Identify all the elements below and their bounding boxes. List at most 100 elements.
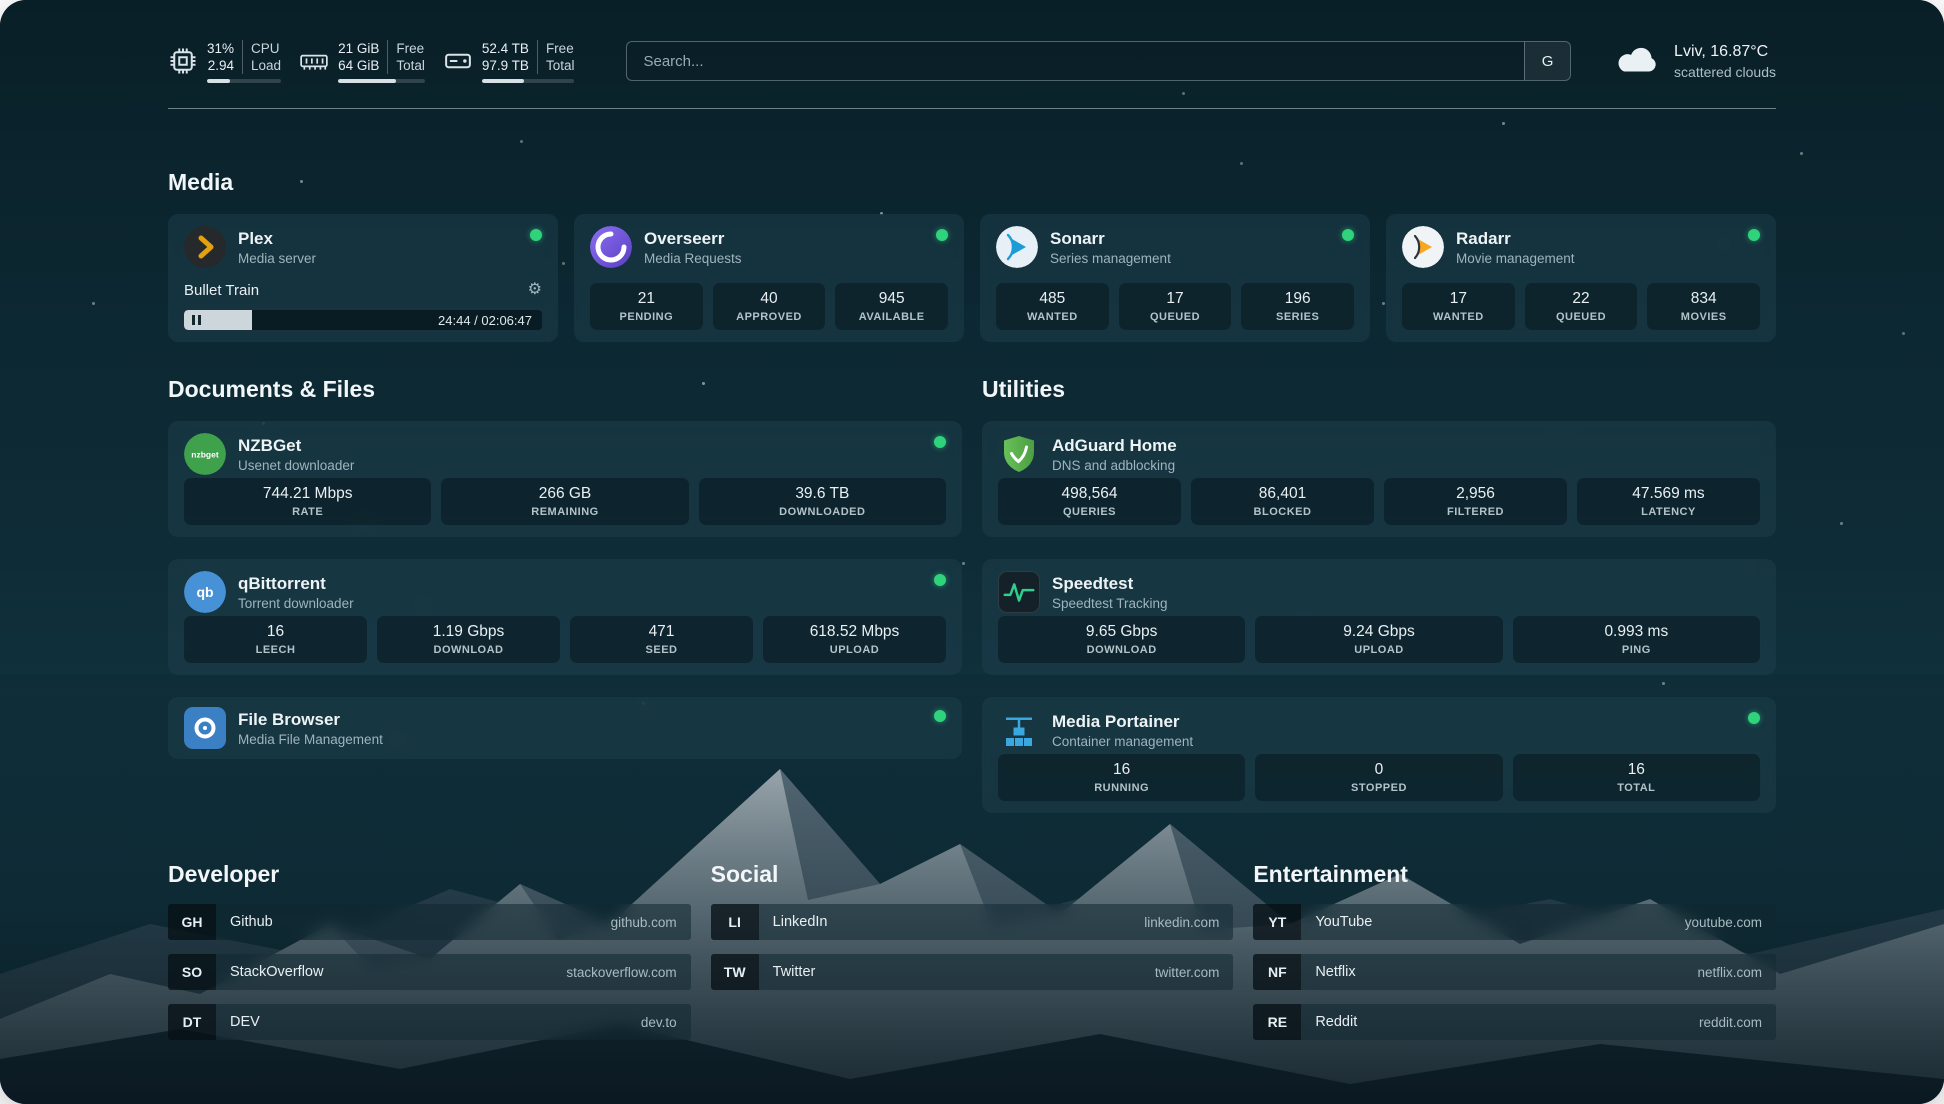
bookmark-name: Github bbox=[230, 914, 273, 930]
bookmark-url: stackoverflow.com bbox=[566, 965, 676, 980]
stat-leech: 16 LEECH bbox=[184, 616, 367, 663]
service-card-sonarr[interactable]: Sonarr Series management 485 WANTED 17 Q… bbox=[980, 214, 1370, 342]
service-card-overseerr[interactable]: Overseerr Media Requests 21 PENDING 40 A… bbox=[574, 214, 964, 342]
bookmark-abbr: DT bbox=[168, 1004, 216, 1040]
radarr-icon bbox=[1402, 226, 1444, 268]
service-name: Radarr bbox=[1456, 229, 1736, 249]
disk-icon bbox=[443, 46, 473, 76]
stat-downloaded: 39.6 TB DOWNLOADED bbox=[699, 478, 946, 525]
service-name: AdGuard Home bbox=[1052, 436, 1760, 456]
gear-icon[interactable]: ⚙ bbox=[528, 282, 542, 298]
bookmark-dev[interactable]: DT DEV dev.to bbox=[168, 1004, 691, 1040]
playback-progress-fill bbox=[184, 310, 252, 330]
bookmark-twitter[interactable]: TW Twitter twitter.com bbox=[711, 954, 1234, 990]
stat-latency: 47.569 ms LATENCY bbox=[1577, 478, 1760, 525]
cpu-load-value: 2.94 bbox=[207, 57, 234, 74]
stat-download: 1.19 Gbps DOWNLOAD bbox=[377, 616, 560, 663]
bookmark-url: linkedin.com bbox=[1144, 915, 1219, 930]
stat-wanted: 17 WANTED bbox=[1402, 283, 1515, 330]
service-card-radarr[interactable]: Radarr Movie management 17 WANTED 22 QUE… bbox=[1386, 214, 1776, 342]
media-section-title: Media bbox=[168, 169, 1776, 196]
service-card-adguard[interactable]: AdGuard Home DNS and adblocking 498,564 … bbox=[982, 421, 1776, 537]
top-bar: 31% 2.94 CPU Load bbox=[168, 34, 1776, 88]
stat-queued: 17 QUEUED bbox=[1119, 283, 1232, 330]
stat-running: 16 RUNNING bbox=[998, 754, 1245, 801]
bookmark-name: DEV bbox=[230, 1014, 260, 1030]
memory-free-label: Free bbox=[396, 40, 425, 57]
media-section: Media Plex Media server bbox=[168, 169, 1776, 342]
stat-blocked: 86,401 BLOCKED bbox=[1191, 478, 1374, 525]
service-card-speedtest[interactable]: Speedtest Speedtest Tracking 9.65 Gbps D… bbox=[982, 559, 1776, 675]
bookmark-stackoverflow[interactable]: SO StackOverflow stackoverflow.com bbox=[168, 954, 691, 990]
bookmark-netflix[interactable]: NF Netflix netflix.com bbox=[1253, 954, 1776, 990]
playback-progress-bar[interactable]: 24:44 / 02:06:47 bbox=[184, 310, 542, 330]
stat-rate: 744.21 Mbps RATE bbox=[184, 478, 431, 525]
stat-total: 16 TOTAL bbox=[1513, 754, 1760, 801]
bookmark-abbr: GH bbox=[168, 904, 216, 940]
service-name: Plex bbox=[238, 229, 518, 249]
memory-free-value: 21 GiB bbox=[338, 40, 379, 57]
portainer-icon bbox=[998, 709, 1040, 751]
stat-ping: 0.993 ms PING bbox=[1513, 616, 1760, 663]
social-section-title: Social bbox=[711, 861, 1234, 888]
utilities-section-title: Utilities bbox=[982, 376, 1776, 403]
search-provider-button[interactable]: G bbox=[1524, 42, 1570, 80]
service-subtitle: Movie management bbox=[1456, 251, 1736, 266]
bookmark-linkedin[interactable]: LI LinkedIn linkedin.com bbox=[711, 904, 1234, 940]
bookmark-name: Twitter bbox=[773, 964, 816, 980]
service-subtitle: Series management bbox=[1050, 251, 1330, 266]
stat-wanted: 485 WANTED bbox=[996, 283, 1109, 330]
disk-progress-fill bbox=[482, 79, 525, 83]
bookmark-group-social: Social LI LinkedIn linkedin.com TW Twitt… bbox=[711, 861, 1234, 1040]
stat-approved: 40 APPROVED bbox=[713, 283, 826, 330]
stat-series: 196 SERIES bbox=[1241, 283, 1354, 330]
now-playing-title: Bullet Train bbox=[184, 282, 259, 299]
bookmark-name: YouTube bbox=[1315, 914, 1372, 930]
service-name: qBittorrent bbox=[238, 574, 922, 594]
bookmark-reddit[interactable]: RE Reddit reddit.com bbox=[1253, 1004, 1776, 1040]
bookmark-name: Netflix bbox=[1315, 964, 1355, 980]
stat-pending: 21 PENDING bbox=[590, 283, 703, 330]
adguard-icon bbox=[998, 433, 1040, 475]
bookmark-group-developer: Developer GH Github github.com SO StackO… bbox=[168, 861, 691, 1040]
disk-total-label: Total bbox=[546, 57, 575, 74]
bookmark-abbr: TW bbox=[711, 954, 759, 990]
memory-icon bbox=[299, 46, 329, 76]
service-name: Speedtest bbox=[1052, 574, 1760, 594]
stat-queued: 22 QUEUED bbox=[1525, 283, 1638, 330]
bookmark-url: netflix.com bbox=[1697, 965, 1762, 980]
service-card-plex[interactable]: Plex Media server Bullet Train ⚙ 24:44 bbox=[168, 214, 558, 342]
service-name: File Browser bbox=[238, 710, 922, 730]
bookmark-name: LinkedIn bbox=[773, 914, 828, 930]
service-name: NZBGet bbox=[238, 436, 922, 456]
status-dot bbox=[1748, 229, 1760, 241]
stat-upload: 9.24 Gbps UPLOAD bbox=[1255, 616, 1502, 663]
cpu-progress-fill bbox=[207, 79, 230, 83]
service-card-qbittorrent[interactable]: qb qBittorrent Torrent downloader bbox=[168, 559, 962, 675]
pause-icon bbox=[192, 315, 201, 325]
service-card-nzbget[interactable]: nzbget NZBGet Usenet downloader 74 bbox=[168, 421, 962, 537]
stat-available: 945 AVAILABLE bbox=[835, 283, 948, 330]
disk-total-value: 97.9 TB bbox=[482, 57, 529, 74]
resource-widgets: 31% 2.94 CPU Load bbox=[168, 40, 574, 83]
service-subtitle: Media Requests bbox=[644, 251, 924, 266]
dashboard-window: 31% 2.94 CPU Load bbox=[0, 0, 1944, 1104]
playback-time: 24:44 / 02:06:47 bbox=[438, 310, 532, 330]
cloud-icon bbox=[1615, 44, 1661, 78]
bookmark-url: dev.to bbox=[641, 1015, 677, 1030]
disk-free-value: 52.4 TB bbox=[482, 40, 529, 57]
service-subtitle: DNS and adblocking bbox=[1052, 458, 1760, 473]
cpu-load-label: Load bbox=[251, 57, 281, 74]
stat-remaining: 266 GB REMAINING bbox=[441, 478, 688, 525]
overseerr-icon bbox=[590, 226, 632, 268]
service-card-filebrowser[interactable]: File Browser Media File Management bbox=[168, 697, 962, 759]
stat-stopped: 0 STOPPED bbox=[1255, 754, 1502, 801]
svg-text:qb: qb bbox=[196, 584, 213, 600]
bookmark-abbr: RE bbox=[1253, 1004, 1301, 1040]
status-dot bbox=[1342, 229, 1354, 241]
bookmark-youtube[interactable]: YT YouTube youtube.com bbox=[1253, 904, 1776, 940]
search-input[interactable] bbox=[627, 42, 1524, 80]
service-card-portainer[interactable]: Media Portainer Container management 16 … bbox=[982, 697, 1776, 813]
bookmark-github[interactable]: GH Github github.com bbox=[168, 904, 691, 940]
service-subtitle: Speedtest Tracking bbox=[1052, 596, 1760, 611]
